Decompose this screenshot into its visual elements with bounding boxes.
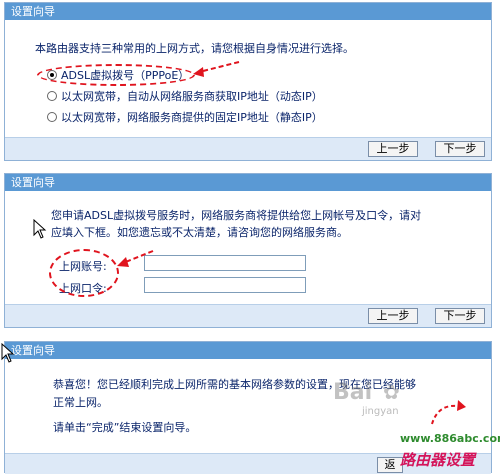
button-bar: 上一步 下一步: [5, 137, 491, 160]
panel-title: 设置向导: [5, 342, 491, 359]
next-button[interactable]: 下一步: [435, 308, 485, 324]
baidu-watermark: Bai: [333, 380, 373, 405]
congrats-line-2: 正常上网。: [53, 396, 108, 409]
highlight-ellipse: [37, 64, 195, 86]
finish-hint: 请单击“完成”结束设置向导。: [53, 421, 197, 434]
option-label: 以太网宽带，自动从网络服务商获取IP地址（动态IP）: [61, 90, 323, 103]
highlight-ellipse: [49, 249, 119, 297]
panel-title: 设置向导: [5, 3, 491, 20]
wizard-panel-connection-type: 设置向导 本路由器支持三种常用的上网方式，请您根据自身情况进行选择。 ADSL虚…: [4, 2, 492, 161]
option-static-ip[interactable]: 以太网宽带，网络服务商提供的固定IP地址（静态IP）: [47, 110, 323, 124]
mouse-cursor-icon: [33, 219, 47, 239]
desc-line-2: 应填入下框。如您遗忘或不太清楚，请咨询您的网络服务商。: [51, 226, 348, 239]
button-bar: 上一步 下一步: [5, 304, 491, 327]
brand-watermark: 路由器设置: [400, 451, 476, 469]
desc-line-1: 您申请ADSL虚拟拨号服务时，网络服务商将提供给您上网帐号及口令，请对: [51, 209, 422, 222]
intro-text: 本路由器支持三种常用的上网方式，请您根据自身情况进行选择。: [35, 42, 354, 55]
jingyan-watermark: jingyan: [362, 406, 399, 417]
prev-button[interactable]: 上一步: [368, 141, 418, 157]
radio-static-ip[interactable]: [47, 112, 57, 122]
radio-dynamic-ip[interactable]: [47, 91, 57, 101]
account-input[interactable]: [144, 255, 306, 271]
password-input[interactable]: [144, 277, 306, 293]
red-arrow-icon: [431, 400, 466, 425]
next-button[interactable]: 下一步: [435, 141, 485, 157]
prev-button[interactable]: 上一步: [368, 308, 418, 324]
panel-title: 设置向导: [5, 174, 491, 191]
site-url-watermark: www.886abc.com: [400, 432, 500, 445]
baidu-paw-icon: ✿: [383, 380, 400, 404]
red-arrow-icon: [193, 61, 240, 77]
mouse-cursor-icon: [1, 343, 15, 363]
option-dynamic-ip[interactable]: 以太网宽带，自动从网络服务商获取IP地址（动态IP）: [47, 89, 323, 103]
wizard-panel-account: 设置向导 您申请ADSL虚拟拨号服务时，网络服务商将提供给您上网帐号及口令，请对…: [4, 173, 492, 328]
red-arrow-icon: [117, 250, 154, 267]
option-label: 以太网宽带，网络服务商提供的固定IP地址（静态IP）: [61, 111, 323, 124]
